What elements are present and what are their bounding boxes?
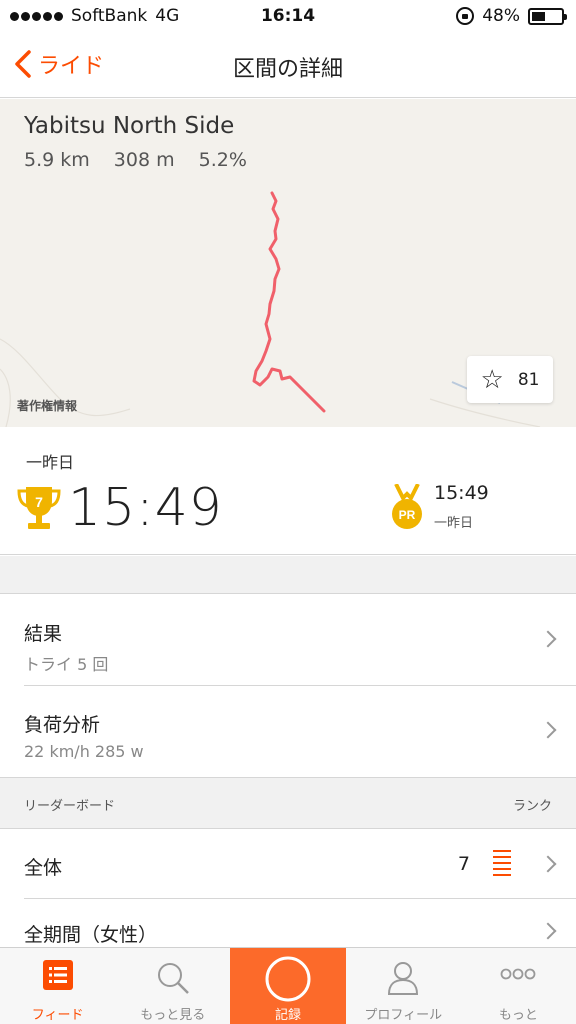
tab-profile-label: プロフィール [364, 1008, 443, 1023]
record-icon [265, 956, 311, 1002]
status-bar: SoftBank 4G 16:14 48% [0, 0, 576, 34]
pr-badge-label: PR [399, 508, 416, 522]
results-subtitle: トライ 5 回 [24, 655, 109, 674]
leaderboard-title: リーダーボード [24, 799, 116, 814]
leaderboard-header: リーダーボード ランク [0, 777, 576, 829]
pr-time: 15:49 [434, 482, 489, 504]
results-row[interactable]: 結果 トライ 5 回 [0, 595, 576, 685]
battery-icon [528, 7, 567, 25]
more-icon [501, 968, 536, 980]
status-right: 48% [456, 6, 567, 26]
leaderboard-women-row[interactable]: 全期間（女性） [0, 899, 576, 947]
tab-feed-label: フィード [31, 1008, 84, 1023]
tab-more[interactable]: もっと [461, 948, 576, 1024]
trophy-rank: 7 [35, 494, 43, 510]
tab-more-label: もっと [498, 1008, 538, 1023]
page-title: 区間の詳細 [232, 57, 343, 82]
tab-bar: フィード もっと見る 記録 プロフィール もっと [0, 947, 576, 1024]
route-line [252, 191, 326, 413]
tab-record-label: 記録 [275, 1008, 302, 1023]
navigation-bar: ライド 区間の詳細 [0, 34, 576, 98]
overall-title: 全体 [24, 857, 63, 879]
analysis-title: 負荷分析 [24, 714, 101, 736]
segment-distance: 5.9 km [24, 149, 90, 171]
chevron-right-icon [539, 922, 557, 940]
search-icon [157, 963, 189, 994]
pr-date: 一昨日 [434, 516, 474, 531]
effort-time: 15:49 [68, 478, 223, 538]
trophy-icon: 7 [17, 487, 61, 529]
tab-explore[interactable]: もっと見る [115, 948, 230, 1024]
tab-explore-label: もっと見る [140, 1008, 206, 1023]
star-icon: ☆ [480, 364, 504, 395]
map-credit-link[interactable]: 著作権情報 [17, 397, 77, 414]
chevron-right-icon [539, 721, 557, 739]
results-title: 結果 [24, 623, 63, 645]
segment-name: Yabitsu North Side [24, 113, 235, 139]
star-count: 81 [517, 369, 540, 390]
pr-medal-icon: PR [392, 484, 422, 529]
segment-elevation: 308 m [113, 149, 175, 171]
effort-date: 一昨日 [26, 453, 75, 472]
analysis-subtitle: 22 km/h 285 w [24, 742, 144, 761]
segment-map[interactable]: Yabitsu North Side 5.9 km 308 m 5.2% 著作権… [0, 99, 576, 427]
tab-record[interactable]: 記録 [230, 948, 346, 1024]
segment-stats: 5.9 km 308 m 5.2% [24, 149, 247, 171]
chevron-right-icon [539, 630, 557, 648]
star-segment-button[interactable]: ☆ 81 [467, 356, 553, 403]
section-spacer [0, 556, 576, 594]
tab-feed[interactable]: フィード [0, 948, 115, 1024]
segment-grade: 5.2% [198, 149, 247, 171]
battery-percent: 48% [482, 6, 520, 26]
tab-profile[interactable]: プロフィール [346, 948, 461, 1024]
analysis-row[interactable]: 負荷分析 22 km/h 285 w [0, 686, 576, 776]
best-effort-summary: 一昨日 7 15:49 PR 15:49 一昨日 [0, 428, 576, 555]
overall-rank: 7 [457, 853, 470, 875]
profile-icon [388, 962, 419, 995]
rank-list-icon [493, 850, 511, 876]
women-title: 全期間（女性） [24, 924, 158, 946]
rotation-lock-icon [456, 7, 475, 25]
rank-column-label: ランク [512, 799, 552, 814]
feed-icon [42, 960, 73, 990]
chevron-right-icon [539, 855, 557, 873]
leaderboard-overall-row[interactable]: 全体 7 [0, 830, 576, 898]
